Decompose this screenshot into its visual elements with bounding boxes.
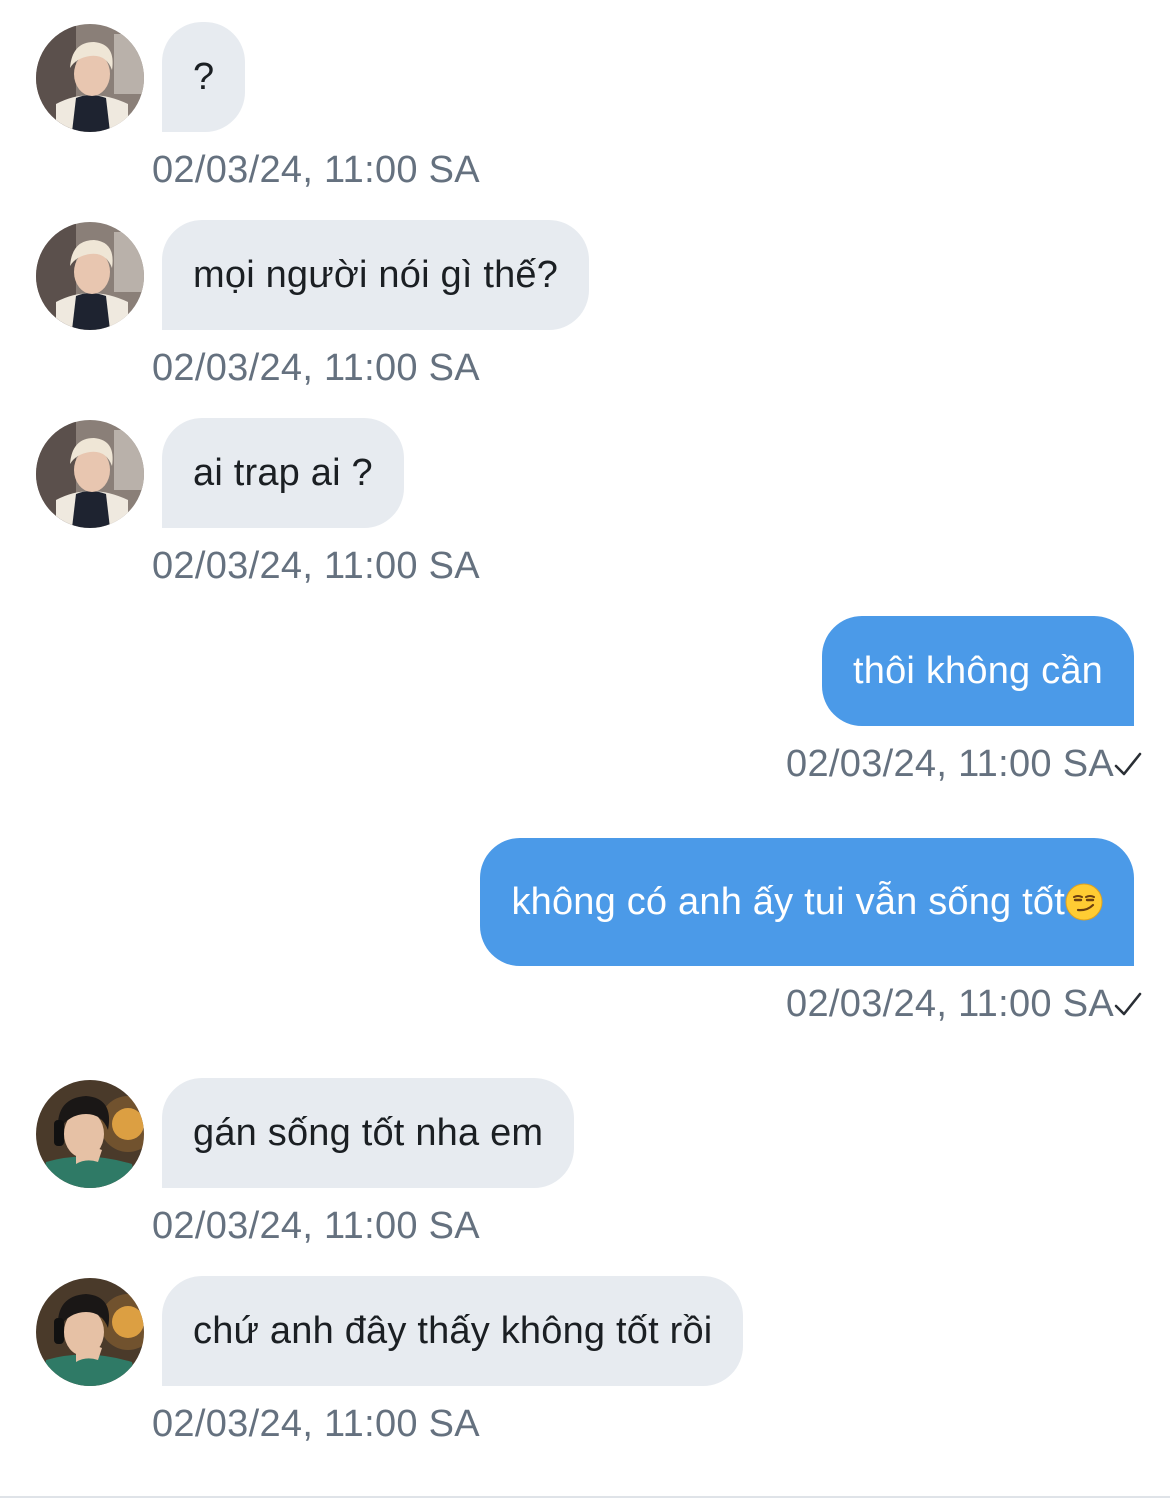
message-timestamp: 02/03/24, 11:00 SA (152, 545, 480, 587)
checkmark-icon (1114, 752, 1142, 776)
message-timestamp: 02/03/24, 11:00 SA (152, 1205, 480, 1247)
message-timestamp: 02/03/24, 11:00 SA (152, 1403, 480, 1445)
message-text: gán sống tốt nha em (193, 1111, 544, 1154)
dark-hair-user-avatar (36, 1080, 144, 1188)
message-timestamp: 02/03/24, 11:00 SA (152, 347, 480, 389)
blond-user-avatar (36, 222, 144, 330)
message-timestamp: 02/03/24, 11:00 SA (786, 983, 1114, 1025)
dark-hair-user-avatar (36, 1278, 144, 1386)
message-text: thôi không cần (853, 649, 1103, 692)
message-text: ai trap ai ? (193, 451, 373, 494)
message-text: không có anh ấy tui vẫn sống tốt (511, 880, 1065, 923)
incoming-message-bubble[interactable]: mọi người nói gì thế? (162, 220, 590, 330)
avatar-blond-user[interactable] (36, 222, 144, 330)
avatar-blond-user[interactable] (36, 24, 144, 132)
avatar-blond-user[interactable] (36, 420, 144, 528)
message-timestamp: 02/03/24, 11:00 SA (152, 149, 480, 191)
avatar-dark-hair-user[interactable] (36, 1278, 144, 1386)
message-timestamp: 02/03/24, 11:00 SA (786, 743, 1114, 785)
outgoing-message-bubble[interactable]: không có anh ấy tui vẫn sống tốt (480, 838, 1134, 966)
message-text: mọi người nói gì thế? (193, 253, 559, 296)
message-text: chứ anh đây thấy không tốt rồi (193, 1309, 713, 1352)
incoming-message-bubble[interactable]: ai trap ai ? (162, 418, 404, 528)
blond-user-avatar (36, 24, 144, 132)
incoming-message-bubble[interactable]: gán sống tốt nha em (162, 1078, 575, 1188)
blond-user-avatar (36, 420, 144, 528)
incoming-message-bubble[interactable]: chứ anh đây thấy không tốt rồi (162, 1276, 744, 1386)
smirking-face-emoji (1065, 883, 1103, 921)
outgoing-message-bubble[interactable]: thôi không cần (822, 616, 1134, 726)
message-text: ? (193, 55, 215, 98)
avatar-dark-hair-user[interactable] (36, 1080, 144, 1188)
checkmark-icon (1114, 992, 1142, 1016)
incoming-message-bubble[interactable]: ? (162, 22, 246, 132)
bottom-divider (0, 1496, 1170, 1498)
